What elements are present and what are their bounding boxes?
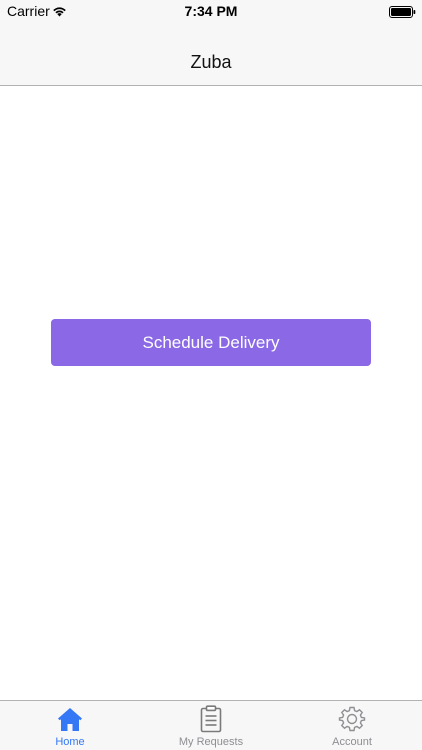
home-icon xyxy=(0,705,140,733)
tab-my-requests-label: My Requests xyxy=(178,736,244,748)
page-title: Zuba xyxy=(190,52,232,72)
navigation-bar: Zuba xyxy=(0,22,422,86)
tab-home[interactable]: Home xyxy=(0,701,140,750)
status-time: 7:34 PM xyxy=(184,3,238,19)
schedule-delivery-button[interactable]: Schedule Delivery xyxy=(51,319,371,366)
gear-icon xyxy=(282,705,422,733)
tab-account-label: Account xyxy=(332,736,372,748)
status-bar: Carrier 7:34 PM xyxy=(0,0,422,22)
tab-bar: Home My Requests Account xyxy=(0,700,422,750)
tab-account[interactable]: Account xyxy=(282,701,422,750)
battery-icon xyxy=(389,5,416,18)
tab-home-label: Home xyxy=(55,736,85,748)
clipboard-icon xyxy=(141,705,281,733)
main-content: Schedule Delivery xyxy=(0,86,422,700)
tab-my-requests[interactable]: My Requests xyxy=(141,701,281,750)
